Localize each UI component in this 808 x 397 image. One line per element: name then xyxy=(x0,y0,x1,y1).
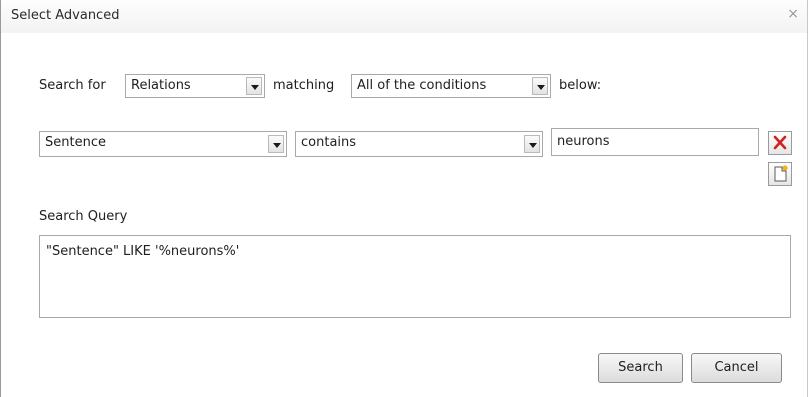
chevron-down-icon[interactable] xyxy=(246,77,262,95)
chevron-down-icon[interactable] xyxy=(532,77,548,95)
add-condition-button[interactable] xyxy=(768,162,792,186)
matching-label: matching xyxy=(273,78,335,93)
below-label: below: xyxy=(559,78,602,93)
field-value: Sentence xyxy=(45,135,106,150)
field-select[interactable]: Sentence xyxy=(39,131,287,157)
remove-condition-button[interactable] xyxy=(768,131,792,155)
search-button[interactable]: Search xyxy=(598,353,683,383)
new-document-icon xyxy=(774,165,788,182)
dialog-title: Select Advanced xyxy=(11,8,120,23)
search-query-label: Search Query xyxy=(39,209,128,224)
condition-mode-select[interactable]: All of the conditions xyxy=(351,74,551,98)
search-for-label: Search for xyxy=(39,78,106,93)
operator-select[interactable]: contains xyxy=(295,131,543,157)
condition-value-input[interactable]: neurons xyxy=(551,128,759,156)
title-bar: Select Advanced × xyxy=(1,0,807,33)
chevron-down-icon[interactable] xyxy=(268,135,284,153)
search-query-text: "Sentence" LIKE '%neurons%' xyxy=(46,244,240,259)
select-advanced-dialog: Select Advanced × Search for Relations m… xyxy=(0,0,808,397)
close-icon[interactable]: × xyxy=(787,6,799,22)
entity-type-select[interactable]: Relations xyxy=(125,74,265,98)
cancel-button[interactable]: Cancel xyxy=(691,353,782,383)
entity-type-value: Relations xyxy=(131,78,191,93)
condition-mode-value: All of the conditions xyxy=(357,78,487,93)
delete-x-icon xyxy=(773,135,787,150)
condition-value-text: neurons xyxy=(557,134,610,149)
search-query-textbox[interactable]: "Sentence" LIKE '%neurons%' xyxy=(39,235,791,318)
chevron-down-icon[interactable] xyxy=(524,135,540,153)
operator-value: contains xyxy=(301,135,357,150)
